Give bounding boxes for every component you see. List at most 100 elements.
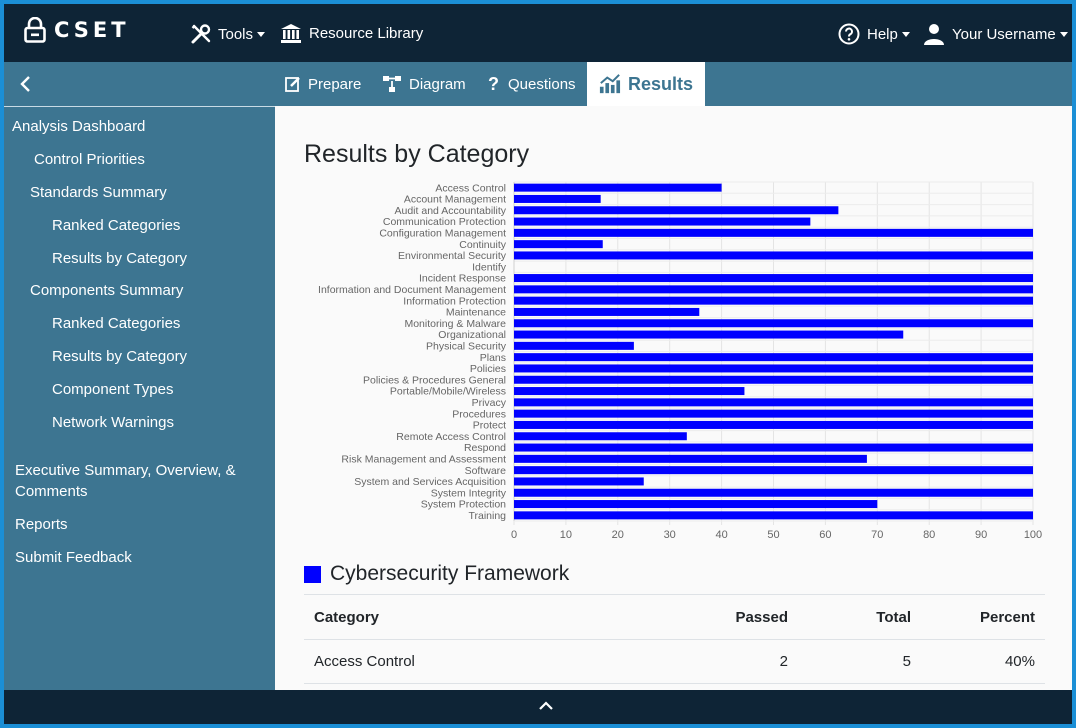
bar bbox=[514, 206, 839, 215]
category-label: System Integrity bbox=[431, 487, 507, 499]
legend-label: Cybersecurity Framework bbox=[330, 562, 570, 585]
category-label: Protect bbox=[473, 420, 506, 432]
category-label: Organizational bbox=[438, 329, 506, 341]
x-tick-label: 50 bbox=[767, 529, 779, 541]
category-label: Account Management bbox=[404, 194, 506, 206]
sidebar-item-standards-ranked-categories[interactable]: Ranked Categories bbox=[52, 215, 180, 236]
tab-results[interactable]: Results bbox=[587, 62, 705, 106]
sidebar-item-submit-feedback[interactable]: Submit Feedback bbox=[15, 547, 132, 568]
bar bbox=[514, 307, 700, 316]
cell-percent: 40% bbox=[921, 639, 1045, 684]
results-sidebar: Analysis Dashboard Control Priorities St… bbox=[4, 106, 275, 690]
column-header-category: Category bbox=[304, 594, 613, 640]
category-label: Maintenance bbox=[446, 307, 506, 319]
category-label: Respond bbox=[464, 442, 506, 454]
category-label: Remote Access Control bbox=[396, 431, 506, 443]
legend-swatch bbox=[304, 565, 321, 583]
category-label: Policies bbox=[470, 363, 506, 375]
chevron-left-icon[interactable] bbox=[14, 72, 38, 96]
tools-icon bbox=[191, 24, 211, 44]
tab-diagram[interactable]: Diagram bbox=[382, 62, 466, 106]
bar bbox=[514, 443, 1033, 452]
x-tick-label: 60 bbox=[819, 529, 831, 541]
tab-questions[interactable]: ? Questions bbox=[488, 62, 576, 106]
sidebar-item-standards-summary[interactable]: Standards Summary bbox=[30, 182, 167, 203]
cell-category: Access Control bbox=[304, 639, 613, 684]
bar bbox=[514, 477, 644, 486]
username-label: Your Username bbox=[952, 25, 1056, 43]
results-bar-chart: 0 10 20 30 40 50 60 70 80 90 100 Access ControlAcco… bbox=[318, 181, 1042, 541]
bar bbox=[514, 285, 1033, 294]
sidebar-item-analysis-dashboard[interactable]: Analysis Dashboard bbox=[12, 116, 145, 137]
cell-total: 5 bbox=[798, 639, 921, 684]
sidebar-item-control-priorities[interactable]: Control Priorities bbox=[34, 149, 145, 170]
bar bbox=[514, 432, 687, 441]
x-tick-label: 70 bbox=[871, 529, 883, 541]
chevron-up-icon[interactable] bbox=[538, 698, 554, 714]
category-label: Training bbox=[468, 510, 506, 522]
tab-prepare[interactable]: Prepare bbox=[285, 62, 361, 106]
page-title: Results by Category bbox=[304, 140, 530, 168]
sidebar-item-reports[interactable]: Reports bbox=[15, 514, 68, 535]
results-chart-icon bbox=[599, 74, 621, 94]
bar bbox=[514, 466, 1033, 475]
bar bbox=[514, 420, 1033, 429]
bar bbox=[514, 398, 1033, 407]
category-label: System Protection bbox=[421, 499, 506, 511]
help-menu[interactable]: Help bbox=[838, 23, 910, 45]
category-label: Audit and Accountability bbox=[395, 205, 507, 217]
category-label: Continuity bbox=[459, 239, 506, 251]
bar bbox=[514, 387, 745, 396]
sidebar-item-standards-results-by-category[interactable]: Results by Category bbox=[52, 248, 187, 269]
category-label: Configuration Management bbox=[379, 227, 506, 239]
sidebar-item-executive-summary[interactable]: Executive Summary, Overview, & Comments bbox=[15, 460, 255, 502]
sidebar-item-components-ranked-categories[interactable]: Ranked Categories bbox=[52, 313, 180, 334]
chart-legend: Cybersecurity Framework bbox=[304, 562, 569, 586]
chevron-down-icon bbox=[901, 31, 910, 37]
x-tick-label: 80 bbox=[923, 529, 935, 541]
resource-library-link[interactable]: Resource Library bbox=[280, 23, 423, 44]
bar bbox=[514, 409, 1033, 418]
main-content: Results by Category 0 10 20 30 40 50 60 70 80 90 1… bbox=[275, 106, 1072, 690]
tools-menu[interactable]: Tools bbox=[190, 23, 266, 45]
table-header-row: Category Passed Total Percent bbox=[304, 594, 1045, 640]
bottom-bar bbox=[4, 690, 1072, 724]
bar bbox=[514, 500, 878, 509]
x-tick-label: 30 bbox=[664, 529, 676, 541]
bar bbox=[514, 375, 1033, 384]
user-menu[interactable]: Your Username bbox=[923, 23, 1068, 45]
category-label: Information Protection bbox=[403, 295, 506, 307]
sidebar-item-component-types[interactable]: Component Types bbox=[52, 379, 173, 400]
lock-icon bbox=[24, 17, 46, 43]
bar bbox=[514, 240, 603, 249]
column-header-passed: Passed bbox=[612, 594, 798, 640]
bar bbox=[514, 194, 601, 203]
app-window: CSET Tools Resource Library Help Your Us… bbox=[4, 4, 1072, 724]
category-label: Communication Protection bbox=[383, 216, 506, 228]
category-label: Plans bbox=[480, 352, 506, 364]
bar bbox=[514, 511, 1033, 520]
bar bbox=[514, 228, 1033, 237]
category-label: Software bbox=[465, 465, 507, 477]
sidebar-item-network-warnings[interactable]: Network Warnings bbox=[52, 412, 174, 433]
user-icon bbox=[924, 24, 944, 45]
tools-label: Tools bbox=[218, 25, 254, 43]
x-tick-label: 100 bbox=[1024, 529, 1042, 541]
column-header-percent: Percent bbox=[921, 594, 1045, 640]
sidebar-item-components-results-by-category[interactable]: Results by Category bbox=[52, 346, 187, 367]
category-label: Environmental Security bbox=[398, 250, 507, 262]
sidebar-item-components-summary[interactable]: Components Summary bbox=[30, 280, 183, 301]
chevron-down-icon bbox=[1059, 31, 1068, 37]
assessment-tabbar: Prepare Diagram ? Questions Results bbox=[4, 62, 1072, 106]
bar bbox=[514, 353, 1033, 362]
category-label: Physical Security bbox=[426, 340, 507, 352]
cset-logo[interactable]: CSET bbox=[24, 17, 130, 43]
tab-label: Diagram bbox=[409, 75, 466, 93]
tab-label: Prepare bbox=[308, 75, 362, 93]
edit-icon bbox=[285, 77, 300, 92]
column-header-total: Total bbox=[798, 594, 921, 640]
x-tick-label: 0 bbox=[511, 529, 517, 541]
chevron-down-icon bbox=[257, 31, 266, 37]
question-icon: ? bbox=[488, 73, 499, 94]
category-label: Portable/Mobile/Wireless bbox=[390, 386, 506, 398]
